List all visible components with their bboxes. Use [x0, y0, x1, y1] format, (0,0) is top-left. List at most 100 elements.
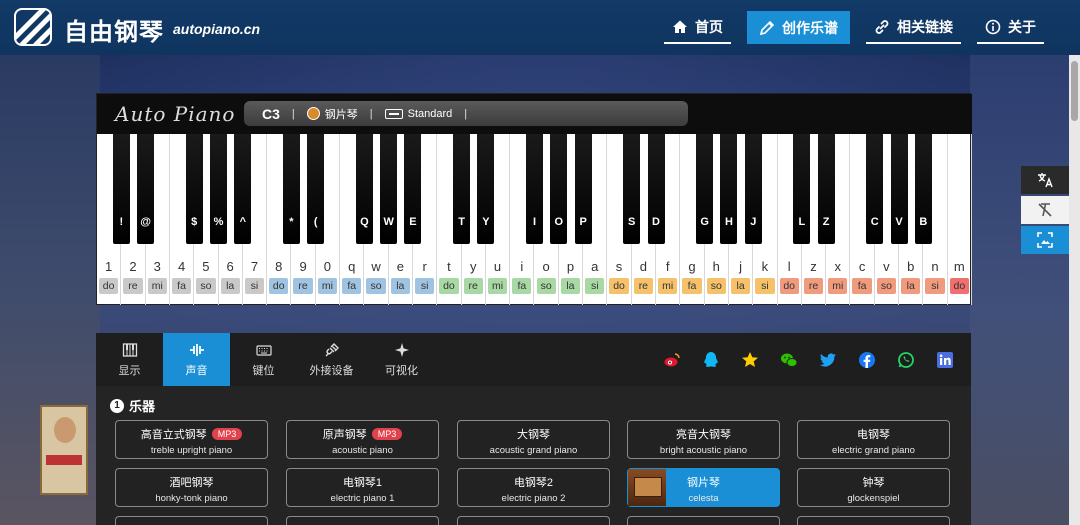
piano-header: Auto Piano C3 | 钢片琴 | Standard | — [97, 94, 972, 134]
white-key-label: 2 — [129, 259, 137, 274]
white-key-label: 8 — [275, 259, 283, 274]
qzone-icon[interactable] — [741, 351, 759, 369]
tab-devices[interactable]: 外接设备 — [297, 333, 366, 386]
tab-display[interactable]: 显示 — [96, 333, 163, 386]
white-key-label: l — [787, 259, 791, 274]
image-frame-icon — [1037, 232, 1053, 248]
black-key[interactable]: B — [914, 134, 932, 244]
solfege-label: si — [414, 278, 435, 294]
white-key-label: s — [615, 259, 623, 274]
instrument-name-en: treble upright piano — [150, 445, 233, 456]
current-instrument[interactable]: 钢片琴 — [306, 106, 358, 122]
instrument-option[interactable]: 高音立式钢琴 MP3 treble upright piano — [115, 420, 268, 459]
instrument-option-partial[interactable] — [627, 516, 780, 525]
black-key[interactable]: O — [550, 134, 568, 244]
tab-sound[interactable]: 声音 — [163, 333, 230, 386]
nav-home-label: 首页 — [695, 18, 723, 35]
black-key-label: V — [895, 216, 903, 228]
black-key-label: P — [579, 216, 587, 228]
clear-format-button[interactable] — [1021, 196, 1069, 224]
black-key[interactable]: $ — [185, 134, 203, 244]
black-key[interactable]: * — [282, 134, 300, 244]
black-key[interactable]: Y — [477, 134, 495, 244]
tab-keymap[interactable]: 键位 — [230, 333, 297, 386]
black-key-label: Z — [822, 216, 830, 228]
black-key[interactable]: ( — [307, 134, 325, 244]
whatsapp-icon[interactable] — [897, 351, 915, 369]
nav-links[interactable]: 相关链接 — [866, 11, 961, 44]
nav-about[interactable]: 关于 — [977, 11, 1044, 44]
page-scrollbar[interactable] — [1069, 55, 1080, 525]
site-brand-name[interactable]: 自由钢琴 — [64, 12, 164, 47]
white-key-label: 3 — [153, 259, 161, 274]
black-key[interactable]: ! — [112, 134, 130, 244]
current-note[interactable]: C3 — [262, 106, 280, 122]
screenshot-button[interactable] — [1021, 226, 1069, 254]
instrument-option[interactable]: 大钢琴 acoustic grand piano — [457, 420, 610, 459]
nav-compose[interactable]: 创作乐谱 — [747, 11, 850, 44]
black-key[interactable]: C — [866, 134, 884, 244]
tab-visualize[interactable]: 可视化 — [368, 333, 435, 386]
instrument-option-partial[interactable] — [797, 516, 950, 525]
instrument-option-partial[interactable] — [457, 516, 610, 525]
instrument-option[interactable]: 钟琴 glockenspiel — [797, 468, 950, 507]
black-key[interactable]: Q — [355, 134, 373, 244]
twitter-icon[interactable] — [819, 351, 837, 369]
black-key[interactable]: @ — [137, 134, 155, 244]
instrument-option[interactable]: 亮音大钢琴 bright acoustic piano — [627, 420, 780, 459]
page-scrollbar-thumb[interactable] — [1071, 61, 1078, 121]
qq-icon[interactable] — [702, 351, 720, 369]
keyboard-mode[interactable]: Standard — [384, 108, 452, 120]
translate-button[interactable] — [1021, 166, 1069, 194]
black-key[interactable]: L — [793, 134, 811, 244]
black-key[interactable]: V — [890, 134, 908, 244]
nav-home[interactable]: 首页 — [664, 11, 731, 44]
instrument-option[interactable]: 电钢琴2 electric piano 2 — [457, 468, 610, 507]
instrument-option-partial[interactable] — [115, 516, 268, 525]
tab-visualize-label: 可视化 — [385, 364, 418, 377]
white-key-label: k — [761, 259, 769, 274]
black-key[interactable]: J — [744, 134, 762, 244]
instrument-name-en: electric piano 1 — [330, 493, 395, 504]
white-key-label: d — [639, 259, 647, 274]
white-key-label: z — [810, 259, 817, 274]
black-key[interactable]: T — [453, 134, 471, 244]
black-key[interactable]: ^ — [234, 134, 252, 244]
white-key-label: a — [591, 259, 599, 274]
linkedin-icon[interactable] — [936, 351, 954, 369]
solfege-label: fa — [512, 278, 532, 294]
solfege-label: fa — [171, 278, 192, 294]
white-key-label: y — [469, 259, 477, 274]
instrument-name-cn-text: 钢片琴 — [687, 477, 720, 489]
white-key-label: i — [520, 259, 524, 274]
weibo-icon[interactable] — [663, 351, 681, 369]
instrument-option[interactable]: 酒吧钢琴 honky-tonk piano — [115, 468, 268, 507]
black-key[interactable]: % — [210, 134, 228, 244]
facebook-icon[interactable] — [858, 351, 876, 369]
instrument-option[interactable]: 原声钢琴 MP3 acoustic piano — [286, 420, 439, 459]
black-key[interactable]: I — [526, 134, 543, 244]
instrument-option[interactable]: 钢片琴 celesta — [627, 468, 780, 507]
black-key-label: ( — [313, 216, 318, 228]
white-key-label: v — [883, 259, 890, 274]
black-key[interactable]: W — [380, 134, 398, 244]
black-key[interactable]: G — [696, 134, 714, 244]
black-key[interactable]: H — [720, 134, 738, 244]
link-icon — [875, 19, 889, 34]
instrument-name-cn-text: 原声钢琴 — [322, 429, 367, 441]
black-key[interactable]: P — [574, 134, 592, 244]
black-key[interactable]: D — [647, 134, 665, 244]
instrument-name-cn: 电钢琴 — [798, 426, 949, 442]
black-key-label: G — [700, 216, 709, 228]
instrument-option-partial[interactable] — [286, 516, 439, 525]
white-key[interactable]: m do — [948, 134, 972, 305]
black-key[interactable]: E — [404, 134, 422, 244]
solfege-label: si — [244, 278, 265, 294]
black-key[interactable]: S — [623, 134, 641, 244]
wechat-icon[interactable] — [780, 351, 798, 369]
site-logo-icon[interactable] — [14, 8, 52, 46]
instrument-option[interactable]: 电钢琴1 electric piano 1 — [286, 468, 439, 507]
instrument-option[interactable]: 电钢琴 electric grand piano — [797, 420, 950, 459]
white-key-label: g — [688, 259, 696, 274]
black-key[interactable]: Z — [817, 134, 835, 244]
